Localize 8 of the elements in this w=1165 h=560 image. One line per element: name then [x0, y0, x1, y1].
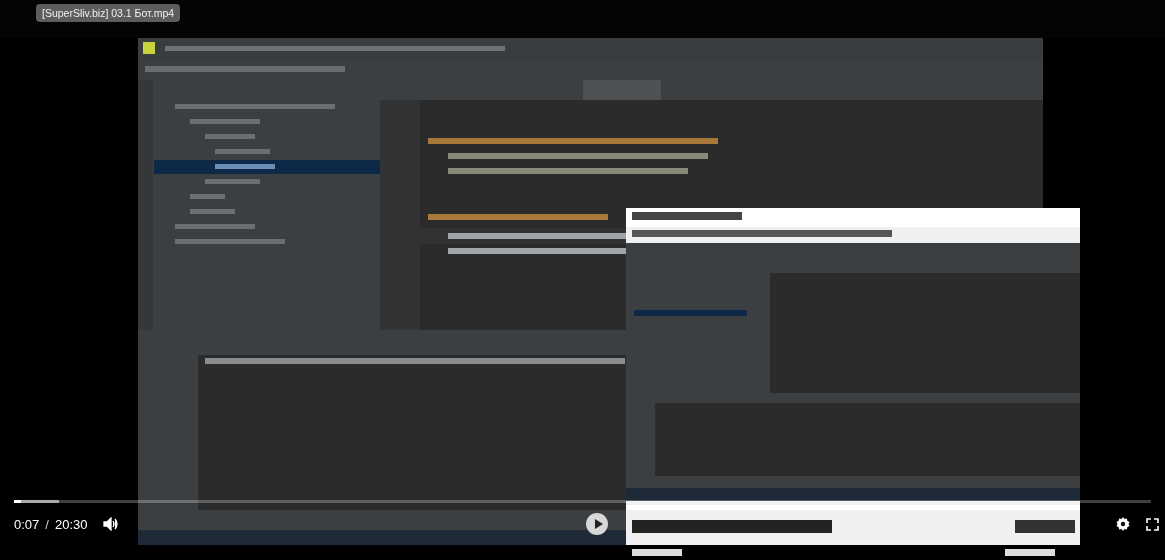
- volume-icon[interactable]: [103, 517, 120, 531]
- fullscreen-icon[interactable]: [1146, 517, 1159, 531]
- duration: 20:30: [54, 516, 88, 532]
- time-separator: /: [45, 516, 49, 532]
- current-time: 0:07: [14, 516, 40, 532]
- video-title: [SuperSliv.biz] 03.1 Бот.mp4: [36, 4, 181, 22]
- progress-track[interactable]: [14, 500, 1151, 503]
- settings-icon[interactable]: [1116, 517, 1130, 531]
